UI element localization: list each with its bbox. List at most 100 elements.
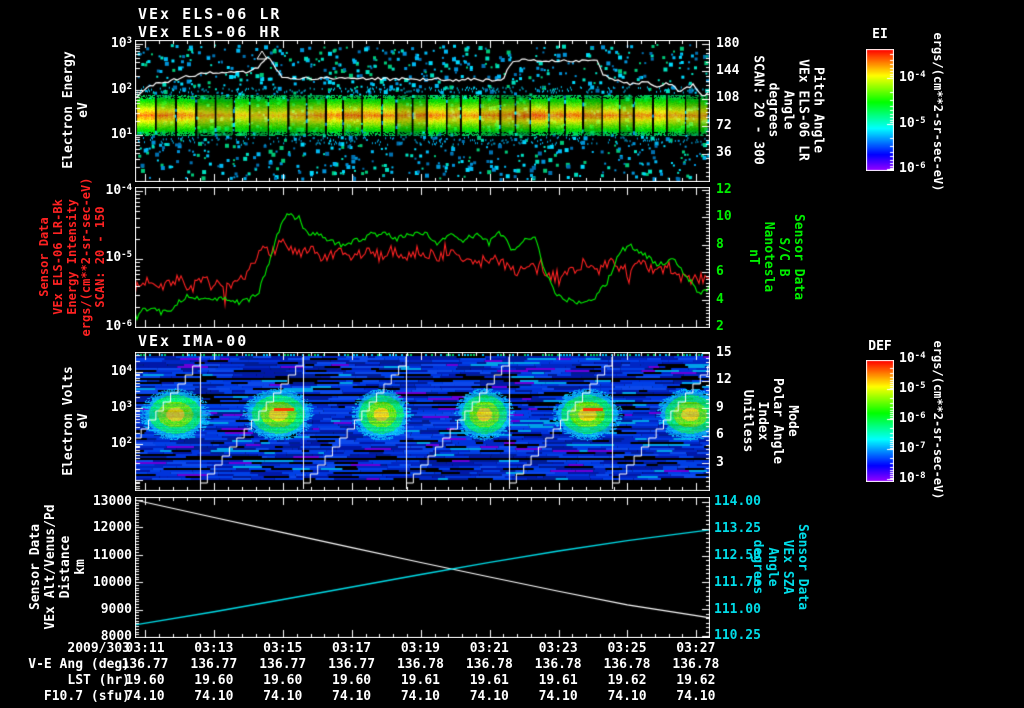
time-label: 03:21 [469, 641, 509, 656]
axis-label-line: VEx Alt/Venus/Pd [43, 504, 58, 630]
cb2-tick: 10-5 [899, 381, 926, 396]
axis-label-line: Unitless [740, 389, 755, 453]
p4-right-axis-label: Sensor Data VEx SZA Angle degrees [750, 524, 810, 610]
p1-ytick: 101 [110, 127, 132, 142]
table-cell: 74.10 [469, 689, 509, 704]
p4-ytick: 11000 [92, 548, 132, 563]
table-cell: 19.61 [469, 673, 509, 688]
time-label: 03:23 [538, 641, 578, 656]
table-cell: 136.77 [328, 657, 376, 672]
time-label: 03:15 [263, 641, 303, 656]
table-cell: 74.10 [194, 689, 234, 704]
p3-y-axis-label: Electron Volts eV [61, 366, 91, 476]
p2-rtick: 4 [716, 292, 724, 307]
p1-y-axis-label: Electron Energy eV [61, 51, 91, 168]
table-cell: 74.10 [400, 689, 440, 704]
table-cell: 136.77 [121, 657, 169, 672]
axis-label-line: Sensor Data [37, 217, 51, 297]
cb2-tick: 10-6 [899, 411, 926, 426]
axis-label-line: Pitch Angle [810, 66, 826, 154]
def-colorbar-canvas [866, 360, 894, 482]
ima-spectrogram-canvas [135, 352, 710, 491]
axis-label-line: nT [746, 249, 761, 265]
p2-ytick: 10-5 [105, 250, 133, 265]
p1-rtick: 144 [716, 63, 740, 78]
cb2-tick: 10-4 [899, 351, 926, 366]
p3-rtick: 3 [716, 455, 724, 470]
p4-ytick: 12000 [92, 520, 132, 535]
axis-label-line: degrees [750, 539, 765, 595]
p4-y-axis-label: Sensor Data VEx Alt/Venus/Pd Distance km [28, 504, 88, 629]
time-label: 03:17 [332, 641, 372, 656]
p4-rtick: 112.50 [714, 548, 761, 563]
p1-rtick: 108 [716, 90, 740, 105]
p1-ytick: 103 [110, 36, 132, 51]
p2-right-axis-label: Sensor Data S/C B Nanotesla nT [746, 214, 806, 300]
ei-colorbar-canvas [866, 49, 894, 171]
p2-ytick: 10-6 [105, 319, 133, 334]
p2-ytick: 10-4 [105, 183, 133, 198]
p1-rtick: 72 [716, 118, 732, 133]
axis-label-line: VEx ELS-06 LR [795, 59, 811, 161]
p3-rtick: 6 [716, 427, 724, 442]
table-cell: 19.60 [332, 673, 372, 688]
cb1-tick: 10-6 [899, 161, 926, 176]
time-label: 03:25 [607, 641, 647, 656]
axis-label-line: Distance [58, 535, 73, 599]
vex-summary-plot: VEx ELS-06 LR VEx ELS-06 HR VEx IMA-00 E… [0, 0, 1024, 708]
p4-rtick: 111.75 [714, 575, 761, 590]
table-cell: 19.60 [263, 673, 303, 688]
axis-label-line: Energy Intensity [65, 199, 79, 315]
p3-rtick: 12 [716, 372, 732, 387]
table-cell: 74.10 [263, 689, 303, 704]
table-cell: 74.10 [607, 689, 647, 704]
axis-label-line: Index [755, 401, 770, 441]
axis-label-line: Electron Volts [61, 366, 76, 476]
table-cell: 19.62 [607, 673, 647, 688]
p4-ytick: 13000 [92, 494, 132, 509]
cb1-label: EI [872, 27, 888, 42]
table-cell: 74.10 [676, 689, 716, 704]
axis-label-line: Nanotesla [761, 221, 776, 293]
p1-ytick: 102 [110, 82, 132, 97]
table-cell: 136.78 [603, 657, 651, 672]
axis-label-line: VEx SZA [780, 539, 795, 595]
axis-label-line: eV [76, 413, 91, 429]
table-cell: 136.77 [190, 657, 238, 672]
cb1-tick: 10-4 [899, 70, 926, 85]
p3-rtick: 9 [716, 400, 724, 415]
time-label: 03:11 [125, 641, 165, 656]
axis-label-line: Sensor Data [795, 523, 810, 611]
time-label: 03:27 [676, 641, 716, 656]
table-cell: 19.61 [538, 673, 578, 688]
p2-rtick: 6 [716, 264, 724, 279]
panel1-title-lr: VEx ELS-06 LR [138, 5, 282, 23]
p3-ytick: 104 [110, 364, 132, 379]
table-cell: 74.10 [538, 689, 578, 704]
p4-rtick: 114.00 [714, 494, 761, 509]
p2-rtick: 2 [716, 319, 724, 334]
p2-rtick: 10 [716, 209, 732, 224]
panel3-title: VEx IMA-00 [138, 332, 249, 350]
axis-label-line: eV [76, 102, 91, 118]
cb1-tick: 10-5 [899, 116, 926, 131]
time-label: 03:13 [194, 641, 234, 656]
p4-rtick: 113.25 [714, 521, 761, 536]
p1-rtick: 36 [716, 145, 732, 160]
table-cell: 136.78 [465, 657, 513, 672]
table-cell: 136.78 [672, 657, 720, 672]
table-cell: 136.78 [396, 657, 444, 672]
p2-rtick: 8 [716, 237, 724, 252]
table-cell: 19.60 [125, 673, 165, 688]
p4-ytick: 9000 [100, 602, 132, 617]
axis-label-line: Polar Angle [770, 377, 785, 465]
axis-label-line: Sensor Data [28, 523, 43, 611]
p4-ytick: 10000 [92, 575, 132, 590]
axis-label-line: Electron Energy [61, 51, 76, 169]
cb2-tick: 10-8 [899, 471, 926, 486]
panel1-title-hr: VEx ELS-06 HR [138, 23, 282, 41]
axis-label-line: Sensor Data [791, 213, 806, 301]
p2-rtick: 12 [716, 182, 732, 197]
axis-label-line: Angle [765, 547, 780, 587]
p3-rtick: 15 [716, 345, 732, 360]
